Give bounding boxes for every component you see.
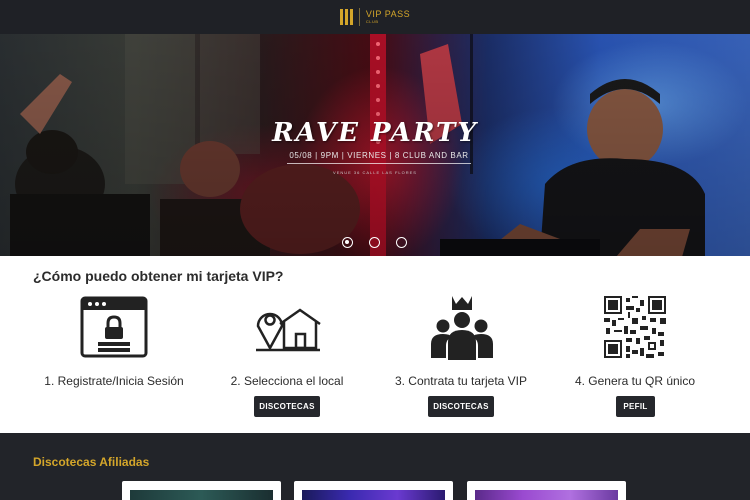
carousel-dot-1[interactable] <box>342 237 353 248</box>
discotecas-button-2[interactable]: DISCOTECAS <box>428 396 494 417</box>
vip-steps-section: ¿Cómo puedo obtener mi tarjeta VIP? 1. R… <box>0 256 750 433</box>
brand-name: VIP PASS <box>365 9 411 19</box>
affiliated-clubs-section: Discotecas Afiliadas <box>0 433 750 500</box>
club-card[interactable] <box>122 481 281 500</box>
club-card[interactable] <box>294 481 453 500</box>
step-1-label: 1. Registrate/Inicia Sesión <box>44 374 184 388</box>
step-4-label: 4. Genera tu QR único <box>574 374 696 388</box>
logo-bars-icon <box>339 9 353 25</box>
club-card-image <box>475 490 618 500</box>
hero-venue: VENUE 36 CALLE LAS FLORES <box>333 170 417 175</box>
club-card[interactable] <box>467 481 626 500</box>
top-bar: VIP PASS CLUB <box>0 0 750 34</box>
carousel-dot-2[interactable] <box>369 237 380 248</box>
hero-subtitle: 05/08 | 9PM | VIERNES | 8 CLUB AND BAR <box>287 151 471 164</box>
step-2-label: 2. Selecciona el local <box>230 374 344 388</box>
map-pin-house-icon <box>254 304 322 357</box>
carousel-dot-3[interactable] <box>396 237 407 248</box>
carousel-indicators <box>0 237 750 249</box>
hero-title: RAVE PARTY <box>272 118 478 148</box>
brand-sub: CLUB <box>365 19 379 24</box>
login-browser-lock-icon <box>80 296 148 363</box>
club-card-image <box>302 490 445 500</box>
club-card-image <box>130 490 273 500</box>
qr-code-icon <box>604 296 666 363</box>
step-3-label: 3. Contrata tu tarjeta VIP <box>394 374 528 388</box>
hero-carousel[interactable]: RAVE PARTY 05/08 | 9PM | VIERNES | 8 CLU… <box>0 34 750 256</box>
brand-logo[interactable]: VIP PASS CLUB <box>339 8 411 26</box>
crown-group-icon <box>428 294 496 367</box>
perfil-button[interactable]: PEFIL <box>616 396 655 417</box>
discotecas-button[interactable]: DISCOTECAS <box>254 396 320 417</box>
section-title: ¿Cómo puedo obtener mi tarjeta VIP? <box>33 268 284 284</box>
section-title: Discotecas Afiliadas <box>33 455 150 469</box>
